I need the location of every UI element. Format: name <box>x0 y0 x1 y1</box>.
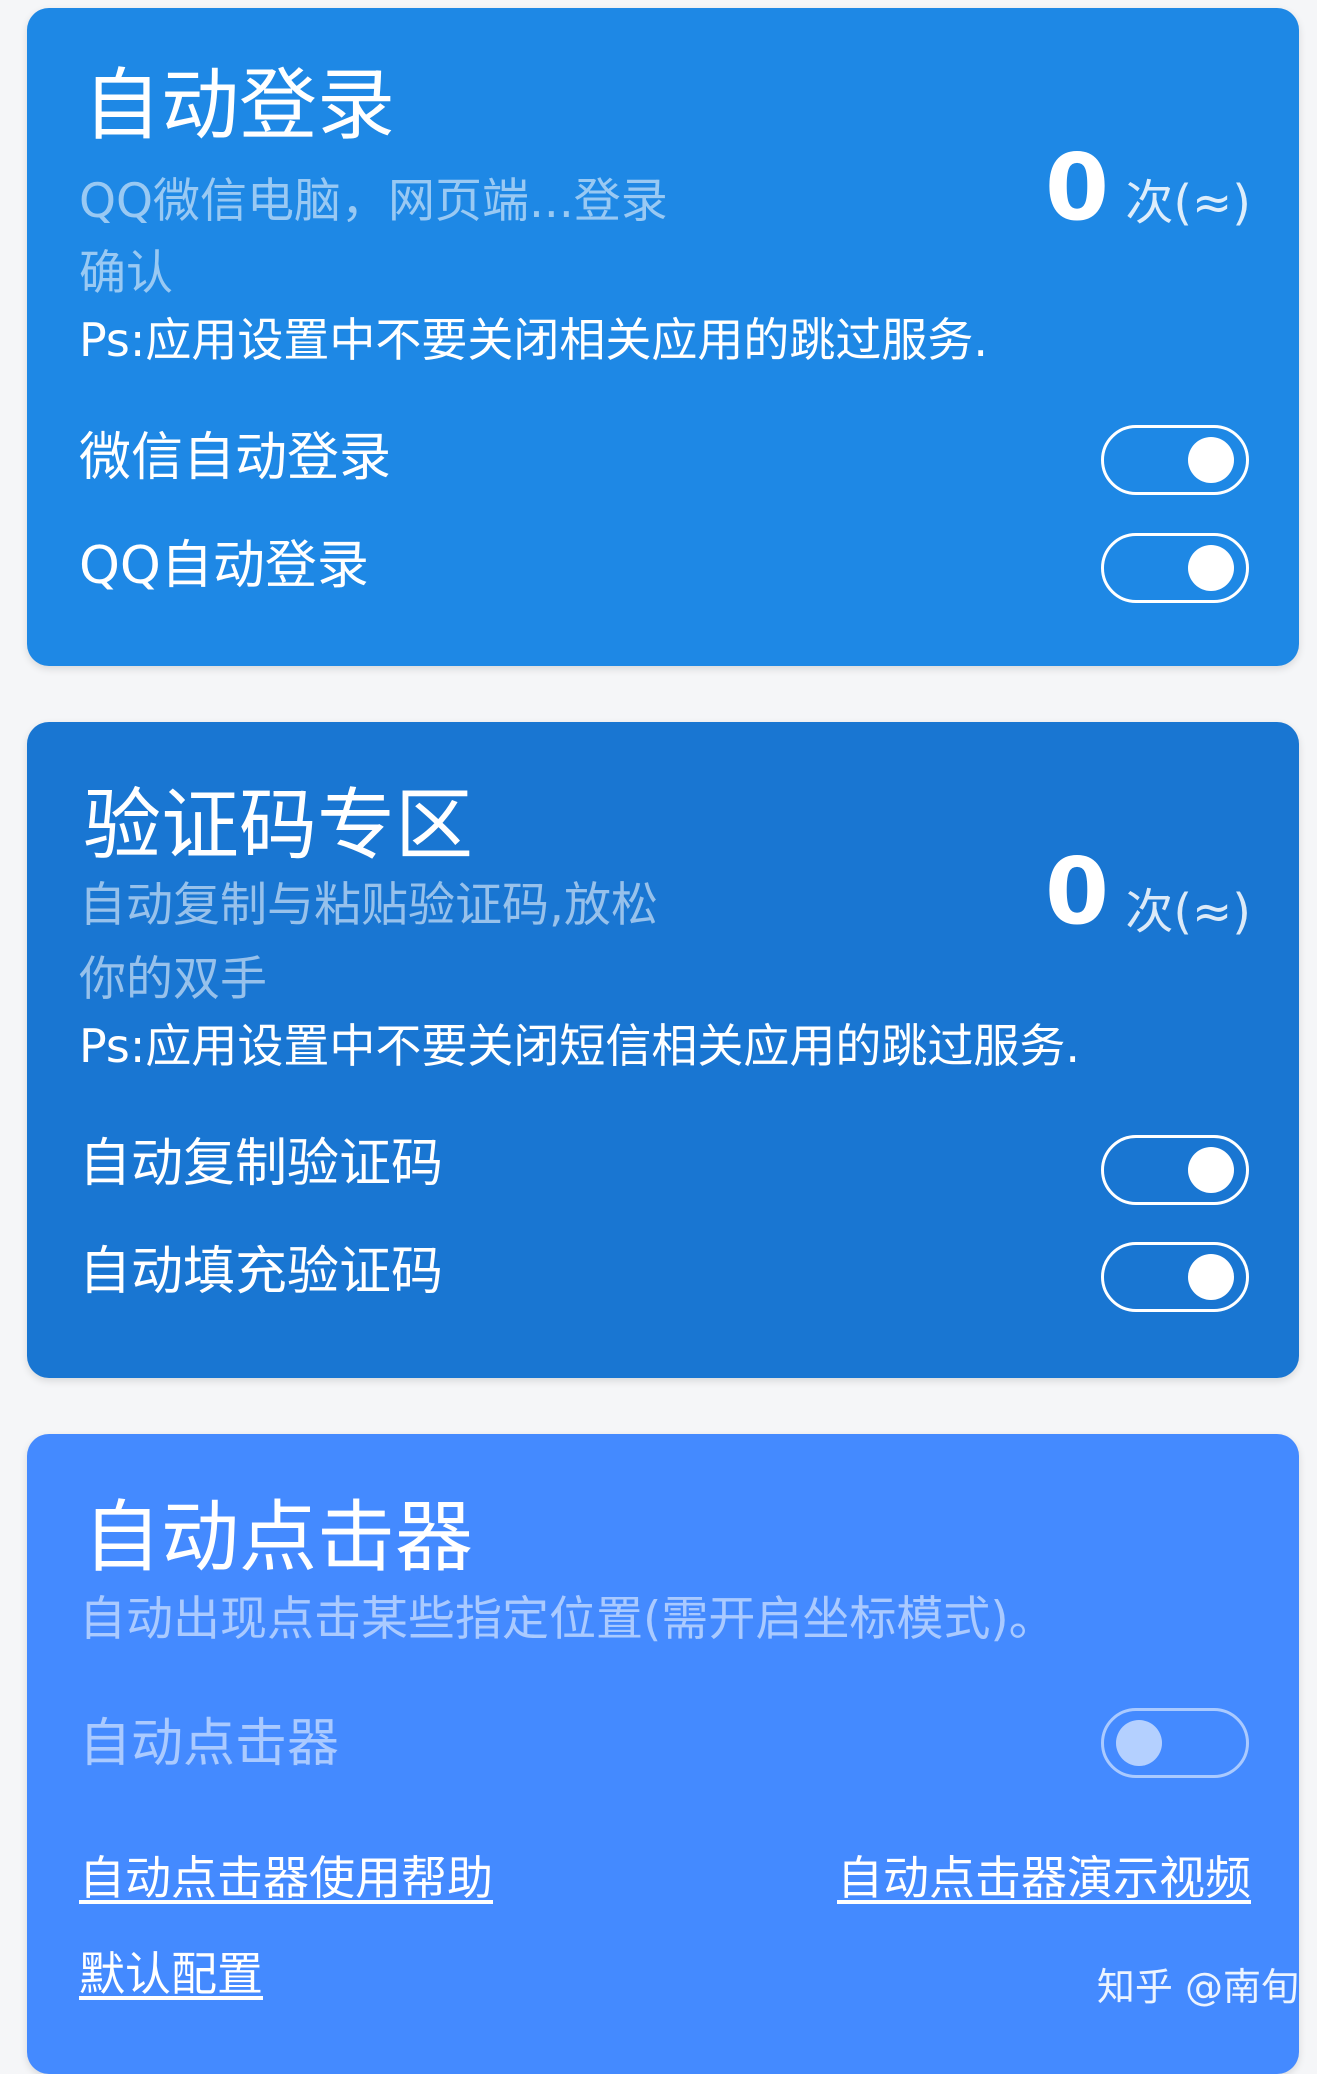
auto-login-title: 自动登录 <box>83 61 396 151</box>
auto-login-note: Ps:应用设置中不要关闭相关应用的跳过服务. <box>79 313 989 367</box>
switch-knob <box>1188 437 1234 483</box>
auto-fill-captcha-label: 自动填充验证码 <box>79 1242 444 1302</box>
auto-login-count-unit: 次(≈) <box>1125 175 1251 231</box>
captcha-title: 验证码专区 <box>83 781 474 871</box>
auto-clicker-switch[interactable] <box>1101 1708 1249 1778</box>
wechat-auto-login-switch[interactable] <box>1101 425 1249 495</box>
default-config-link[interactable]: 默认配置 <box>79 1944 263 2004</box>
captcha-count-unit: 次(≈) <box>1125 884 1251 940</box>
auto-login-subtitle-line2: 确认 <box>79 246 173 301</box>
switch-knob <box>1188 1147 1234 1193</box>
switch-knob <box>1116 1720 1162 1766</box>
auto-login-subtitle-line1: QQ微信电脑，网页端...登录 <box>79 174 668 229</box>
zhihu-watermark: 知乎 @南旬 <box>1096 1965 1299 2009</box>
captcha-note: Ps:应用设置中不要关闭短信相关应用的跳过服务. <box>79 1019 1081 1073</box>
auto-login-count: 0 <box>1044 134 1109 241</box>
wechat-auto-login-label: 微信自动登录 <box>79 428 392 488</box>
auto-clicker-subtitle: 自动出现点击某些指定位置(需开启坐标模式)。 <box>79 1592 1056 1647</box>
qq-auto-login-switch[interactable] <box>1101 533 1249 603</box>
auto-login-card: 自动登录 QQ微信电脑，网页端...登录 确认 0 次(≈) Ps:应用设置中不… <box>27 8 1299 666</box>
auto-copy-captcha-label: 自动复制验证码 <box>79 1134 444 1194</box>
auto-clicker-help-link[interactable]: 自动点击器使用帮助 <box>79 1848 493 1908</box>
auto-copy-captcha-switch[interactable] <box>1101 1135 1249 1205</box>
captcha-card: 验证码专区 自动复制与粘贴验证码,放松 你的双手 0 次(≈) Ps:应用设置中… <box>27 722 1299 1378</box>
captcha-subtitle-line1: 自动复制与粘贴验证码,放松 <box>79 878 658 933</box>
qq-auto-login-label: QQ自动登录 <box>79 536 369 596</box>
auto-clicker-title: 自动点击器 <box>83 1493 474 1583</box>
captcha-subtitle-line2: 你的双手 <box>79 952 267 1007</box>
switch-knob <box>1188 545 1234 591</box>
auto-fill-captcha-switch[interactable] <box>1101 1242 1249 1312</box>
captcha-count: 0 <box>1044 838 1109 945</box>
auto-clicker-demo-video-link[interactable]: 自动点击器演示视频 <box>837 1848 1251 1908</box>
auto-clicker-toggle-label: 自动点击器 <box>79 1714 340 1774</box>
switch-knob <box>1188 1254 1234 1300</box>
